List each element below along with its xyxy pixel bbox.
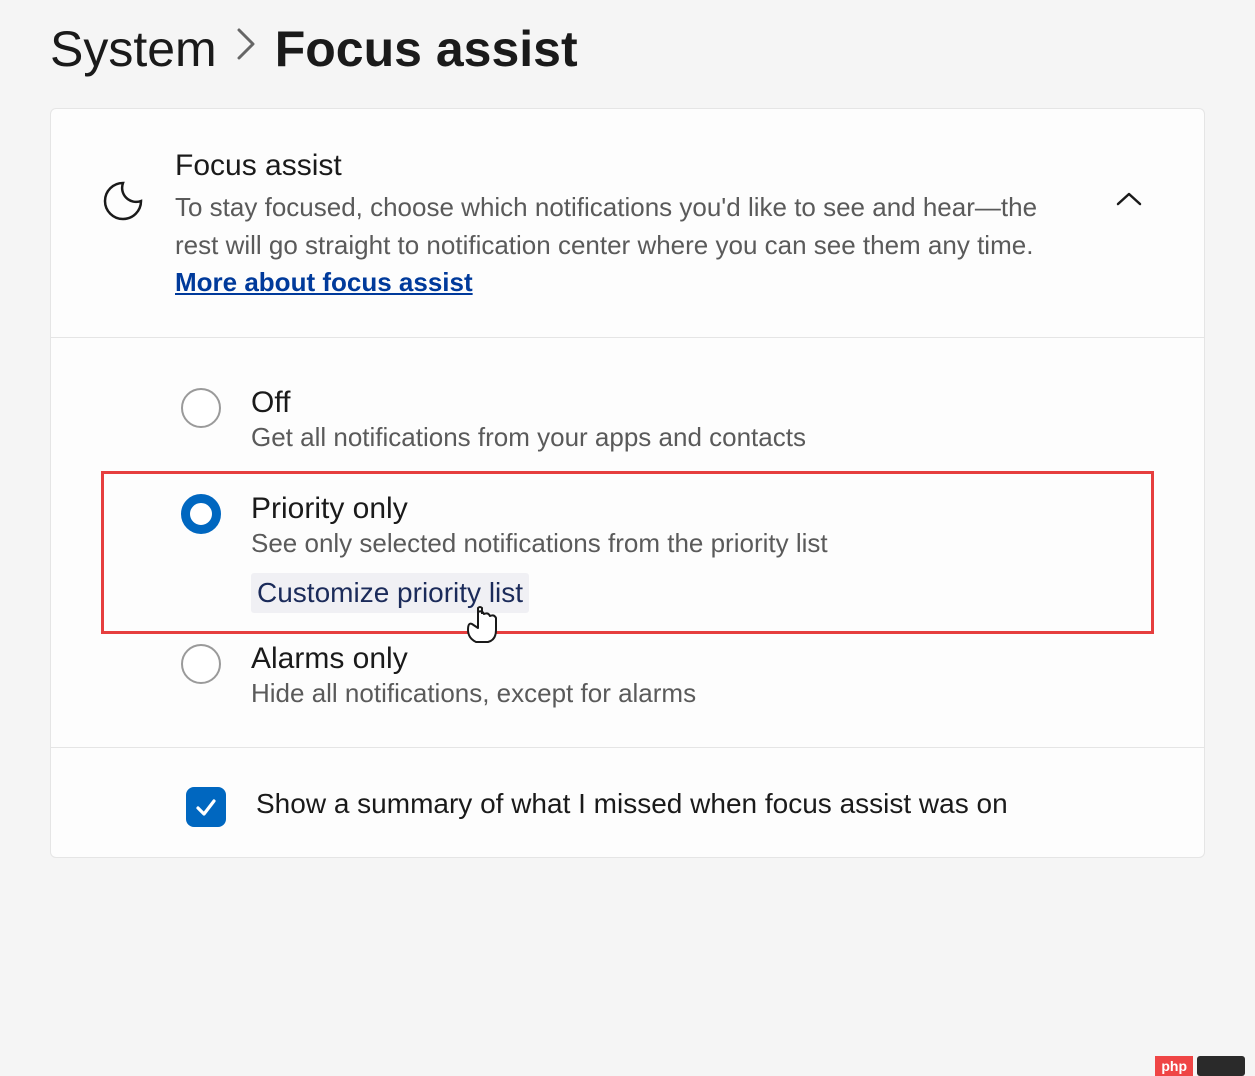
header-title: Focus assist [175, 149, 1084, 183]
option-off-title: Off [251, 386, 1074, 420]
breadcrumb-parent[interactable]: System [50, 20, 217, 78]
option-off[interactable]: Off Get all notifications from your apps… [101, 368, 1154, 471]
header-description: To stay focused, choose which notificati… [175, 189, 1084, 302]
card-header[interactable]: Focus assist To stay focused, choose whi… [51, 109, 1204, 338]
option-off-desc: Get all notifications from your apps and… [251, 422, 1074, 453]
option-priority-text: Priority only See only selected notifica… [251, 492, 1074, 613]
chevron-up-icon[interactable] [1114, 189, 1144, 214]
customize-priority-link[interactable]: Customize priority list [251, 573, 529, 613]
option-alarms-desc: Hide all notifications, except for alarm… [251, 678, 1074, 709]
summary-checkbox[interactable] [186, 787, 226, 827]
summary-label: Show a summary of what I missed when foc… [256, 783, 1154, 825]
summary-row[interactable]: Show a summary of what I missed when foc… [51, 748, 1204, 857]
option-alarms-title: Alarms only [251, 642, 1074, 676]
more-about-link[interactable]: More about focus assist [175, 267, 473, 297]
radio-off[interactable] [181, 388, 221, 428]
options-group: Off Get all notifications from your apps… [51, 338, 1204, 748]
option-priority[interactable]: Priority only See only selected notifica… [101, 471, 1154, 634]
chevron-right-icon [235, 26, 257, 72]
option-alarms[interactable]: Alarms only Hide all notifications, exce… [101, 634, 1154, 727]
option-alarms-text: Alarms only Hide all notifications, exce… [251, 642, 1074, 709]
option-priority-title: Priority only [251, 492, 1074, 526]
breadcrumb: System Focus assist [50, 20, 1235, 78]
radio-priority[interactable] [181, 494, 221, 534]
option-priority-desc: See only selected notifications from the… [251, 528, 1074, 559]
watermark-badge [1197, 1056, 1245, 1076]
radio-alarms[interactable] [181, 644, 221, 684]
header-text: Focus assist To stay focused, choose whi… [175, 149, 1084, 302]
option-off-text: Off Get all notifications from your apps… [251, 386, 1074, 453]
breadcrumb-current: Focus assist [275, 20, 578, 78]
moon-icon [101, 179, 145, 228]
check-icon [194, 795, 218, 819]
header-description-text: To stay focused, choose which notificati… [175, 192, 1037, 260]
watermark: php [1155, 1056, 1245, 1076]
watermark-text: php [1155, 1056, 1193, 1076]
settings-card: Focus assist To stay focused, choose whi… [50, 108, 1205, 858]
